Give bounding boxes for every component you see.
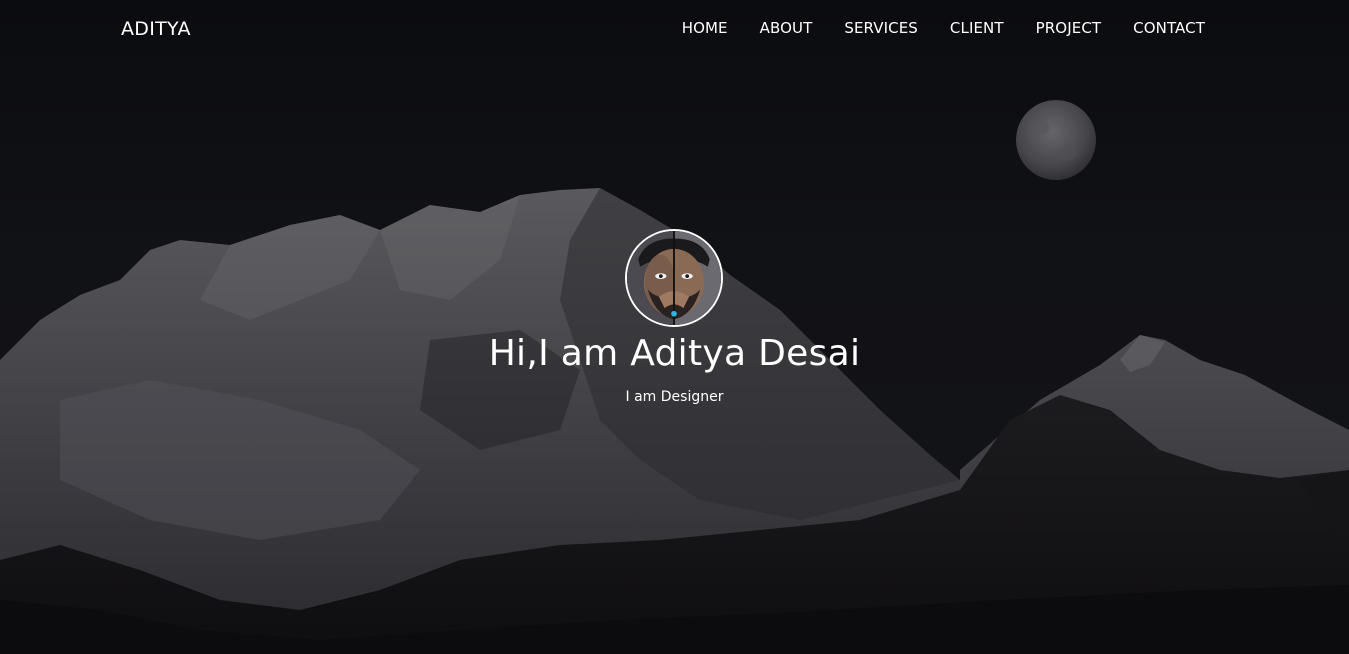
avatar-photo xyxy=(627,231,721,325)
nav-links: HOME ABOUT SERVICES CLIENT PROJECT CONTA… xyxy=(650,19,1205,37)
moon-shape xyxy=(1016,100,1096,180)
nav-link-client[interactable]: CLIENT xyxy=(950,19,1004,37)
hero-subtitle: I am Designer xyxy=(625,389,724,405)
brand-logo-link[interactable]: ADITYA xyxy=(121,18,191,40)
hero-title: Hi,I am Aditya Desai xyxy=(488,333,861,374)
nav-link-about[interactable]: ABOUT xyxy=(760,19,813,37)
nav-link-contact[interactable]: CONTACT xyxy=(1133,19,1205,37)
top-navbar: ADITYA HOME ABOUT SERVICES CLIENT PROJEC… xyxy=(0,0,1349,60)
profile-avatar xyxy=(625,229,723,327)
nav-link-project[interactable]: PROJECT xyxy=(1036,19,1102,37)
nav-link-home[interactable]: HOME xyxy=(682,19,728,37)
nav-link-services[interactable]: SERVICES xyxy=(844,19,918,37)
hero-section: ADITYA HOME ABOUT SERVICES CLIENT PROJEC… xyxy=(0,0,1349,654)
mountain-background-image xyxy=(0,100,1349,654)
